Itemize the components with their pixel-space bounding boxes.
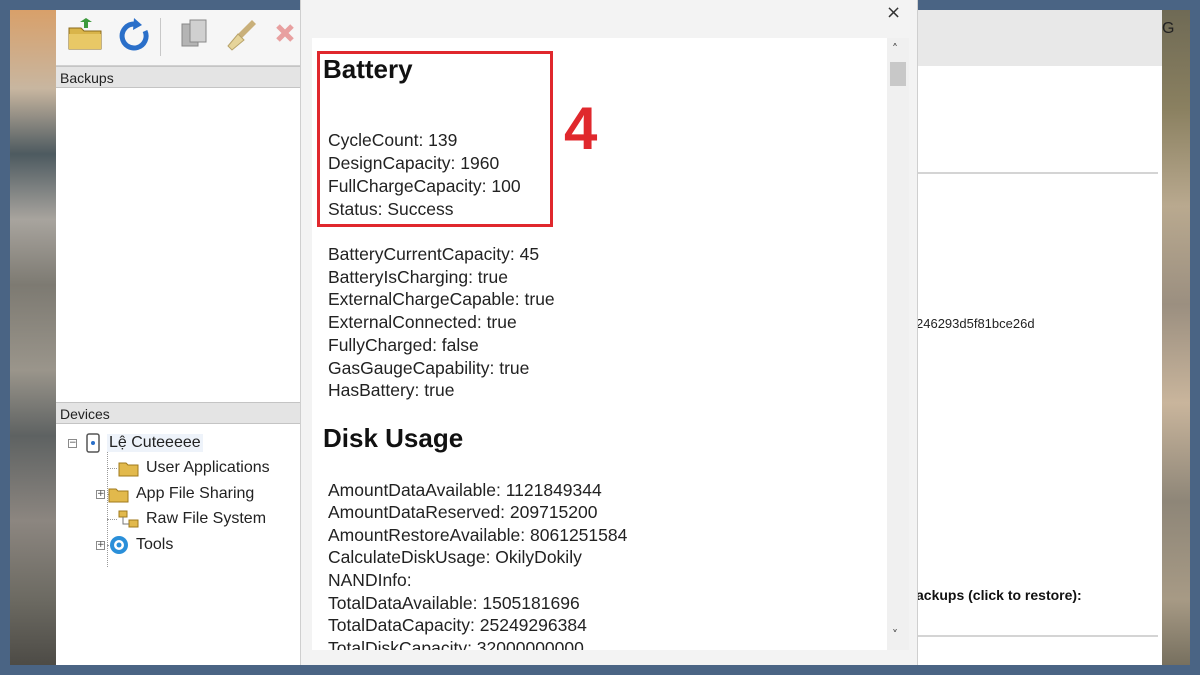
expand-icon[interactable]: + [96, 489, 105, 499]
battery-field: FullChargeCapacity: 100 [328, 176, 521, 196]
tree-item-label: Tools [136, 536, 174, 553]
copy-icon [181, 19, 207, 47]
devices-label: Devices [60, 406, 110, 422]
backups-label: Backups [60, 70, 114, 86]
disk-usage-field: CalculateDiskUsage: OkilyDokily [328, 547, 582, 567]
battery-field: DesignCapacity: 1960 [328, 153, 500, 173]
close-button[interactable]: × [886, 2, 901, 23]
tree-item-label: User Applications [146, 459, 270, 476]
broom-icon [227, 20, 256, 51]
tree-item-raw-file-system[interactable]: Raw File System [118, 508, 266, 530]
tree-item-label: App File Sharing [136, 485, 255, 502]
details-divider [918, 635, 1158, 637]
scroll-down-icon[interactable]: ˅ [892, 628, 898, 642]
open-folder-button[interactable] [66, 16, 106, 56]
phone-icon [86, 433, 100, 453]
devices-panel-header: Devices [56, 402, 301, 424]
disk-usage-field: TotalDataAvailable: 1505181696 [328, 593, 580, 613]
folder-icon [118, 462, 139, 477]
copy-button[interactable] [174, 16, 214, 56]
toolbar-separator [160, 18, 161, 56]
clean-button[interactable] [222, 16, 262, 56]
tree-item-tools[interactable]: + Tools [96, 534, 173, 556]
collapse-icon[interactable]: − [68, 438, 77, 448]
annotation-number: 4 [564, 95, 598, 162]
folder-icon [108, 488, 129, 503]
disk-usage-field: AmountDataReserved: 209715200 [328, 502, 598, 522]
details-header [918, 10, 1162, 66]
refresh-button[interactable] [114, 16, 154, 56]
battery-field: ExternalChargeCapable: true [328, 289, 555, 309]
battery-field: ExternalConnected: true [328, 312, 517, 332]
scroll-up-icon[interactable]: ˄ [892, 42, 898, 56]
tree-item-device[interactable]: − Lệ Cuteeeee [68, 432, 203, 454]
expand-icon[interactable]: + [96, 540, 105, 550]
battery-field: CycleCount: 139 [328, 130, 458, 150]
battery-field: BatteryIsCharging: true [328, 267, 508, 287]
info-content: 4 Battery CycleCount: 139 DesignCapacity… [312, 38, 887, 650]
vertical-scrollbar[interactable]: ˄ ˅ [887, 38, 909, 650]
backups-panel-header: Backups [56, 66, 301, 88]
tree-item-app-file-sharing[interactable]: + App File Sharing [96, 483, 254, 505]
battery-field: Status: Success [328, 199, 454, 219]
device-name: Lệ Cuteeeee [107, 434, 203, 452]
battery-field: HasBattery: true [328, 380, 455, 400]
device-info-dialog: × 4 Battery CycleCount: 139 DesignCapaci… [300, 0, 918, 665]
disk-usage-field: AmountRestoreAvailable: 8061251584 [328, 525, 628, 545]
details-divider [918, 172, 1158, 174]
battery-field: FullyCharged: false [328, 335, 479, 355]
scrollbar-thumb[interactable] [890, 62, 906, 86]
disk-usage-field: AmountDataAvailable: 1121849344 [328, 480, 602, 500]
battery-field: GasGaugeCapability: true [328, 358, 530, 378]
refresh-icon [119, 18, 149, 51]
backups-restore-label: ackups (click to restore): [916, 587, 1082, 603]
delete-icon [276, 24, 294, 42]
gear-icon [110, 536, 128, 554]
device-id-text: 246293d5f81bce26d [916, 316, 1035, 331]
disk-usage-field: TotalDataCapacity: 25249296384 [328, 615, 587, 635]
disk-usage-title: Disk Usage [323, 423, 464, 453]
desktop-wallpaper-left [10, 10, 56, 665]
details-title: G [1162, 20, 1175, 37]
delete-button[interactable] [270, 16, 300, 56]
toolbar [56, 10, 301, 66]
battery-field: BatteryCurrentCapacity: 45 [328, 244, 540, 264]
folder-tree-icon [118, 510, 139, 528]
disk-usage-field: NANDInfo: [328, 570, 412, 590]
device-tree: − Lệ Cuteeeee User Applications + App Fi… [56, 430, 301, 665]
tree-item-user-applications[interactable]: User Applications [118, 457, 270, 479]
disk-usage-field: TotalDiskCapacity: 32000000000 [328, 638, 584, 650]
tree-item-label: Raw File System [146, 510, 267, 527]
battery-title: Battery [323, 54, 413, 84]
backups-list[interactable] [56, 88, 301, 394]
desktop-wallpaper-right [1162, 10, 1190, 665]
folder-icon [68, 18, 102, 50]
